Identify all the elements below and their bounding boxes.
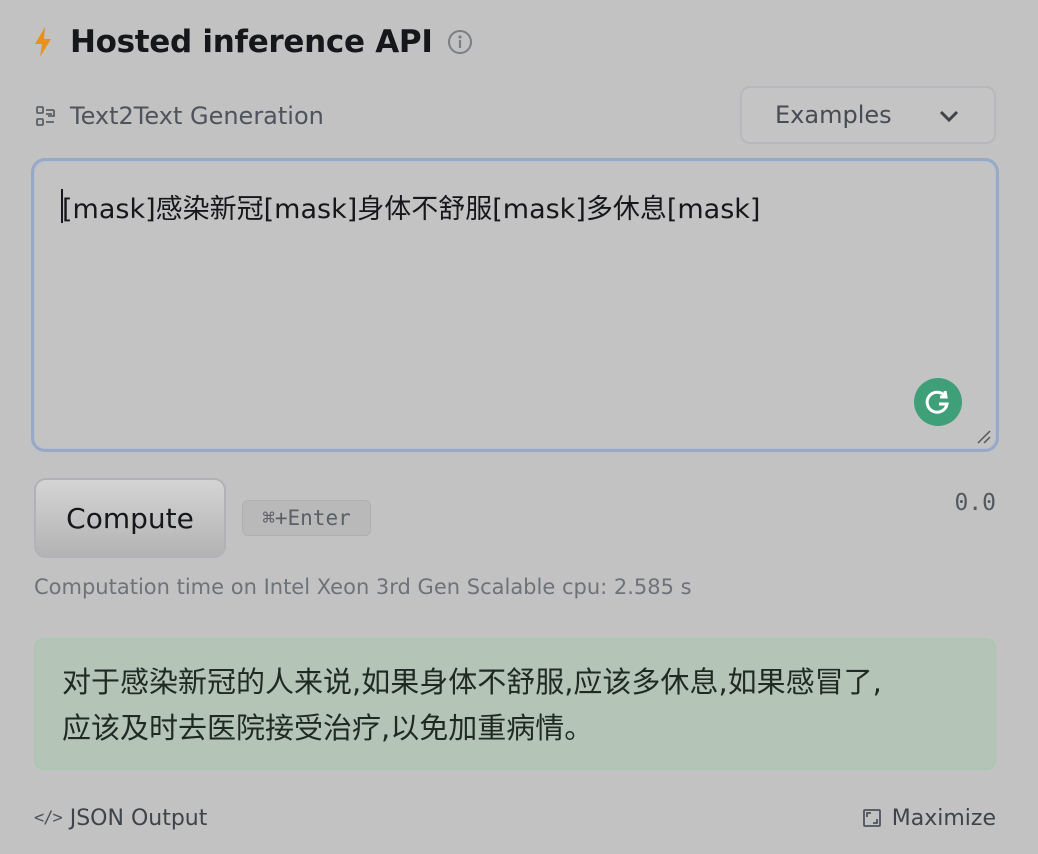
json-output-label: JSON Output: [69, 805, 208, 831]
resize-handle-icon[interactable]: [974, 427, 992, 445]
grammarly-icon[interactable]: [914, 378, 962, 426]
output-line-2: 应该及时去医院接受治疗,以免加重病情。: [62, 711, 594, 745]
maximize-icon: [862, 808, 882, 828]
input-textarea[interactable]: [mask]感染新冠[mask]身体不舒服[mask]多休息[mask]: [31, 158, 999, 452]
examples-dropdown[interactable]: Examples: [740, 86, 996, 144]
input-text: [mask]感染新冠[mask]身体不舒服[mask]多休息[mask]: [62, 194, 761, 225]
text2text-task-icon: [34, 104, 58, 128]
compute-button[interactable]: Compute: [34, 478, 226, 558]
score-value: 0.0: [954, 490, 996, 516]
widget-title: Hosted inference API: [70, 24, 433, 60]
inference-widget: Hosted inference API Text2Text Generatio…: [0, 0, 1038, 854]
maximize-button[interactable]: Maximize: [862, 803, 996, 833]
lightning-bolt-icon: [32, 25, 54, 59]
code-icon: </>: [34, 808, 63, 828]
output-line-1: 对于感染新冠的人来说,如果身体不舒服,应该多休息,如果感冒了,: [62, 665, 882, 699]
examples-label: Examples: [775, 101, 892, 129]
task-type: Text2Text Generation: [34, 98, 324, 134]
json-output-toggle[interactable]: </> JSON Output: [34, 803, 207, 833]
output-box: 对于感染新冠的人来说,如果身体不舒服,应该多休息,如果感冒了, 应该及时去医院接…: [34, 638, 996, 770]
task-label: Text2Text Generation: [70, 102, 324, 130]
info-icon[interactable]: [447, 29, 473, 55]
computation-time: Computation time on Intel Xeon 3rd Gen S…: [34, 575, 692, 599]
keyboard-shortcut-hint: ⌘+Enter: [242, 500, 371, 536]
chevron-down-icon: [938, 108, 960, 124]
maximize-label: Maximize: [891, 805, 996, 831]
widget-header: Hosted inference API: [32, 22, 473, 62]
